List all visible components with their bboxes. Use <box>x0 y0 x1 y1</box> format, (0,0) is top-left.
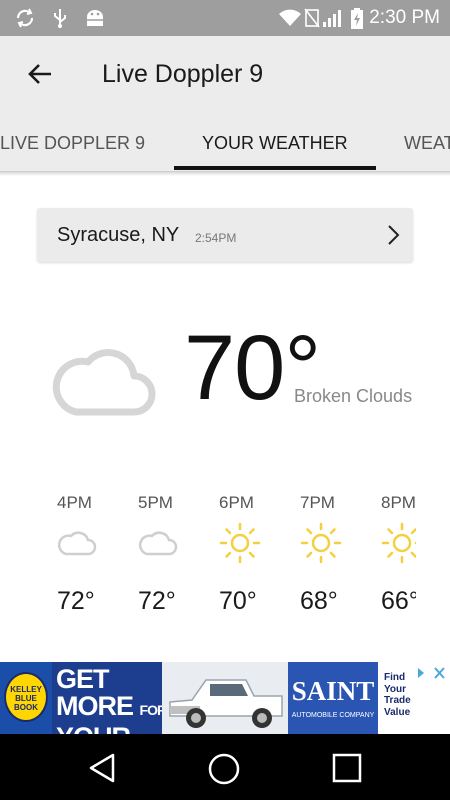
battery-charging-icon <box>350 8 364 35</box>
tab-weather[interactable]: WEATHER <box>404 133 450 154</box>
hour-temp: 66° <box>381 587 416 615</box>
hour-time: 5PM <box>138 493 173 512</box>
wifi-icon <box>278 8 302 33</box>
ad-line-1: GET MORE <box>56 664 134 721</box>
back-nav-icon[interactable] <box>86 752 118 789</box>
ad-banner[interactable]: KELLEY BLUE BOOK GET MORE FOR YOUR TRADE… <box>0 662 450 734</box>
tab-bar: LIVE DOPPLER 9 YOUR WEATHER WEATHER <box>0 116 450 172</box>
tabs-shadow <box>0 172 450 176</box>
cloud-icon <box>52 340 156 423</box>
ad-line-2: YOUR TRADE <box>56 724 176 735</box>
tab-live-doppler-9[interactable]: LIVE DOPPLER 9 <box>0 133 145 154</box>
cloud-icon <box>138 528 178 563</box>
ad-dealer-sub: AUTOMOBILE COMPANY <box>291 712 375 719</box>
ad-dealer-logo: SAINT AUTOMOBILE COMPANY <box>288 662 378 734</box>
no-sim-icon <box>304 8 320 33</box>
sun-icon <box>300 522 342 569</box>
hour-time: 4PM <box>57 493 92 512</box>
hour-temp: 68° <box>300 587 338 615</box>
home-nav-icon[interactable] <box>207 752 241 791</box>
current-condition: Broken Clouds <box>294 386 413 406</box>
tab-your-weather[interactable]: YOUR WEATHER <box>202 133 348 154</box>
hourly-forecast[interactable]: 4PM 72° 5PM 72° 6PM 70° 7PM 68° 8PM 66° <box>0 490 416 620</box>
signal-icon <box>322 8 342 33</box>
status-time: 2:30 PM <box>369 7 440 28</box>
hour-temp: 72° <box>138 587 176 615</box>
cloud-icon <box>57 528 97 563</box>
app-title: Live Doppler 9 <box>102 60 264 88</box>
nav-bar <box>0 734 450 800</box>
ad-truck-image <box>162 662 290 734</box>
sync-icon <box>14 8 36 33</box>
sun-icon <box>381 522 416 569</box>
usb-icon <box>52 8 68 33</box>
back-button[interactable] <box>22 58 58 94</box>
hour-time: 7PM <box>300 493 335 512</box>
hour-temp: 70° <box>219 587 257 615</box>
ad-cta[interactable]: Find Your Trade Value <box>378 662 450 734</box>
arrow-back-icon <box>27 62 53 91</box>
location-name: Syracuse, NY <box>57 224 180 246</box>
ad-close-icon[interactable] <box>415 665 447 686</box>
ad-kbb-logo: KELLEY BLUE BOOK <box>0 662 52 734</box>
recents-nav-icon[interactable] <box>331 752 363 789</box>
hour-temp: 72° <box>57 587 95 615</box>
status-bar: 2:30 PM <box>0 0 450 36</box>
chevron-right-icon <box>385 223 401 252</box>
sun-icon <box>219 522 261 569</box>
location-updated-time: 2:54PM <box>195 231 237 245</box>
hour-time: 8PM <box>381 493 416 512</box>
location-card[interactable]: Syracuse, NY 2:54PM <box>37 208 413 262</box>
hour-time: 6PM <box>219 493 254 512</box>
app-bar: Live Doppler 9 <box>0 36 450 116</box>
active-tab-indicator <box>174 166 376 170</box>
android-debug-icon <box>84 8 106 33</box>
ad-headline: GET MORE FOR YOUR TRADE <box>56 664 176 735</box>
ad-kbb-text: KELLEY BLUE BOOK <box>10 685 42 712</box>
ad-dealer-name: SAINT <box>291 676 375 706</box>
